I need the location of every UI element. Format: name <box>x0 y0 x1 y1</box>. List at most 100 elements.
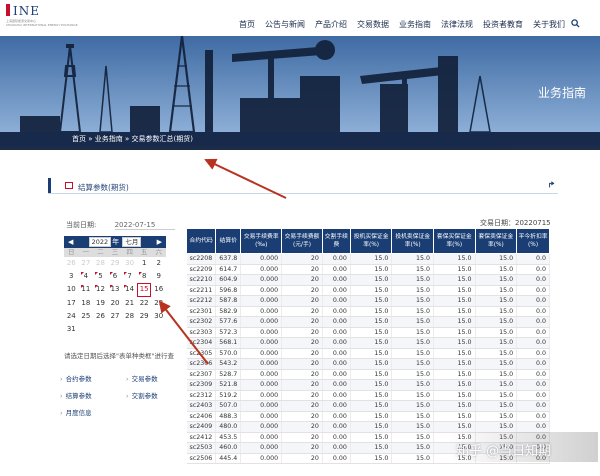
calendar-day[interactable]: 24 <box>64 310 79 323</box>
table-row: sc2209 614.7 0.000 20 0.00 15.0 15.0 15.0 15.0 0.… <box>186 264 550 275</box>
calendar-day[interactable]: 4 <box>79 270 94 283</box>
weekday-label: 二 <box>97 248 104 256</box>
calendar: ◀ 2022 年 七月 ▶ 日一二三四五六 26 27 28 29 30 1 2 3 4 5 6 7 8 9… <box>64 236 166 336</box>
report-link[interactable]: › 交割参数 <box>126 390 158 400</box>
calendar-day[interactable]: 28 <box>122 310 137 323</box>
breadcrumb[interactable]: 首页 » 业务指南 » 交易参数汇总(期货) <box>0 132 600 146</box>
table-cell: 0.00 <box>322 400 351 412</box>
date-input[interactable]: 2022-07-15 <box>114 221 175 230</box>
column-header: 交割手续费 <box>321 228 351 254</box>
table-cell: 572.3 <box>215 327 242 338</box>
nav-item[interactable]: 法律法规 <box>436 19 478 30</box>
calendar-week: 24 25 26 27 28 29 30 <box>64 310 166 323</box>
table-row: sc2306 543.2 0.000 20 0.00 15.0 15.0 15.0 15.0 0.… <box>186 358 550 370</box>
table-row: sc2307 528.7 0.000 20 0.00 15.0 15.0 15.0 15.0 0.… <box>186 369 550 380</box>
table-cell: 15.0 <box>391 369 434 380</box>
table-cell: 0.0 <box>516 285 550 296</box>
nav-item[interactable]: 业务指南 <box>394 19 436 30</box>
calendar-day[interactable]: 25 <box>79 310 94 323</box>
table-cell: 0.000 <box>240 453 283 464</box>
calendar-day[interactable]: 12 <box>93 283 108 296</box>
calendar-day[interactable]: 30 <box>151 310 166 323</box>
table-cell: 15.0 <box>350 369 393 380</box>
calendar-day[interactable]: 11 <box>79 283 94 296</box>
month-select[interactable]: 七月 <box>122 237 142 247</box>
table-cell: 0.00 <box>322 453 351 464</box>
table-cell: 20 <box>281 274 323 286</box>
nav-item[interactable]: 关于我们 <box>528 19 570 30</box>
calendar-day[interactable]: 31 <box>64 323 79 336</box>
table-cell: 20 <box>281 306 323 317</box>
table-cell: 0.000 <box>240 295 283 307</box>
ine-logo[interactable]: INE 上海国际能源交易中心 SHANGHAI INTERNATIONAL ENE… <box>6 4 78 27</box>
table-cell: 0.0 <box>516 295 550 307</box>
table-cell: 0.000 <box>240 264 283 275</box>
calendar-day[interactable]: 21 <box>122 297 137 310</box>
search-icon[interactable] <box>571 19 580 31</box>
table-cell: 0.00 <box>322 274 351 286</box>
share-icon[interactable] <box>548 181 556 191</box>
prev-month-icon[interactable]: ◀ <box>68 238 73 246</box>
calendar-day[interactable]: 29 <box>108 257 123 270</box>
calendar-day[interactable]: 27 <box>108 310 123 323</box>
table-cell: 587.8 <box>215 295 242 307</box>
date-label: 当前日期: <box>66 221 97 229</box>
table-row: sc2309 521.8 0.000 20 0.00 15.0 15.0 15.0 15.0 0.… <box>186 379 550 391</box>
column-header: 套保卖保证金率(%) <box>474 228 518 254</box>
calendar-day[interactable]: 1 <box>137 257 152 270</box>
report-link[interactable]: › 合约参数 <box>60 373 92 383</box>
table-cell: 15.0 <box>475 264 518 275</box>
next-month-icon[interactable]: ▶ <box>157 238 162 246</box>
nav-item[interactable]: 交易数据 <box>352 19 394 30</box>
nav-item[interactable]: 投资者教育 <box>478 19 528 30</box>
table-cell: 604.9 <box>215 274 242 286</box>
table-cell: sc2403 <box>186 400 217 412</box>
calendar-day[interactable]: 8 <box>137 270 152 283</box>
calendar-day[interactable]: 22 <box>137 297 152 310</box>
settlement-table: 合约代码 结算价 交易手续费率(‰) 交易手续费额(元/手) 交割手续费 投机买保证金率(… <box>185 228 550 464</box>
report-link[interactable]: › 交易参数 <box>126 373 158 383</box>
calendar-day[interactable]: 6 <box>108 270 123 283</box>
calendar-day[interactable]: 19 <box>93 297 108 310</box>
calendar-day[interactable]: 18 <box>79 297 94 310</box>
year-select[interactable]: 2022 <box>88 237 112 247</box>
calendar-day[interactable]: 9 <box>151 270 166 283</box>
calendar-day[interactable]: 16 <box>151 283 166 296</box>
table-cell: 15.0 <box>433 264 476 275</box>
nav-item[interactable]: 产品介绍 <box>310 19 352 30</box>
calendar-day[interactable]: 3 <box>64 270 79 283</box>
table-cell: 0.00 <box>322 369 351 380</box>
calendar-day[interactable]: 29 <box>137 310 152 323</box>
panel-header: 结算参数(期货) <box>48 178 558 194</box>
calendar-day[interactable]: 17 <box>64 297 79 310</box>
table-cell: 15.0 <box>475 274 518 286</box>
column-header: 投机卖保证金率(%) <box>391 228 434 254</box>
nav-item[interactable]: 公告与新闻 <box>260 19 310 30</box>
calendar-day[interactable]: 20 <box>108 297 123 310</box>
calendar-day[interactable]: 10 <box>64 283 79 296</box>
calendar-day[interactable]: 28 <box>93 257 108 270</box>
table-cell: 519.2 <box>215 390 242 401</box>
calendar-week: 26 27 28 29 30 1 2 <box>64 257 166 270</box>
table-cell: 0.00 <box>322 253 351 265</box>
calendar-day[interactable]: 2 <box>151 257 166 270</box>
calendar-day[interactable]: 27 <box>79 257 94 270</box>
table-cell: 15.0 <box>475 306 518 317</box>
site-header: INE 上海国际能源交易中心 SHANGHAI INTERNATIONAL ENE… <box>0 0 600 36</box>
calendar-day[interactable]: 26 <box>64 257 79 270</box>
report-link[interactable]: › 月度信息 <box>60 407 92 417</box>
calendar-day[interactable]: 7 <box>122 270 137 283</box>
calendar-day[interactable]: 23 <box>151 297 166 310</box>
nav-item[interactable]: 首页 <box>234 19 260 30</box>
calendar-day[interactable]: 30 <box>122 257 137 270</box>
report-link[interactable]: › 结算参数 <box>60 390 92 400</box>
calendar-day[interactable]: 26 <box>93 310 108 323</box>
calendar-day[interactable]: 5 <box>93 270 108 283</box>
calendar-day[interactable]: 13 <box>108 283 123 296</box>
table-cell: 0.000 <box>240 274 283 286</box>
table-cell: 15.0 <box>433 285 476 296</box>
calendar-day[interactable]: 15 <box>136 283 152 297</box>
table-cell: sc2211 <box>186 285 217 296</box>
calendar-day[interactable]: 14 <box>122 283 137 296</box>
calendar-day <box>108 323 123 336</box>
